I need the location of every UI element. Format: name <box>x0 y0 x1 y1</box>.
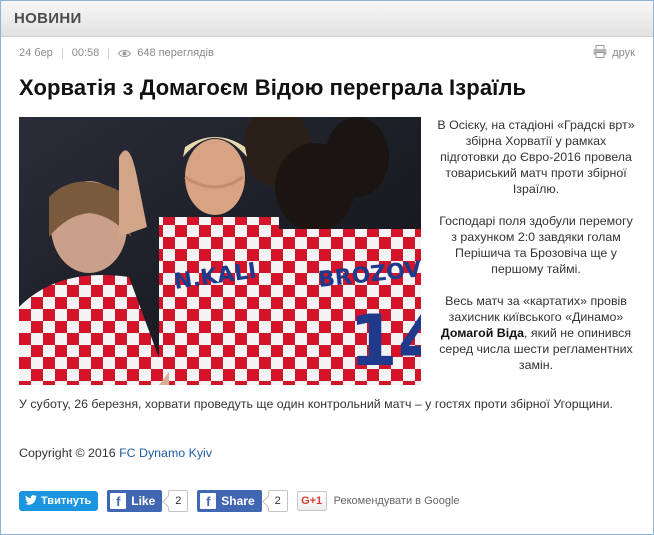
facebook-like-count: 2 <box>168 490 189 512</box>
tweet-button[interactable]: Твитнуть <box>19 491 99 511</box>
eye-icon <box>118 49 132 58</box>
article-photo: N.KALI BROZOVIC 14 <box>19 117 421 385</box>
twitter-bird-icon <box>25 494 37 508</box>
print-label: друк <box>612 47 635 59</box>
section-title: НОВИНИ <box>14 10 82 27</box>
tweet-label: Твитнуть <box>41 495 92 507</box>
article-time: 00:58 <box>71 47 100 59</box>
article-meta: 24 бер 00:58 648 переглядів друк <box>19 45 635 61</box>
section-header: НОВИНИ <box>1 1 653 37</box>
article-paragraph: Господарі поля здобули перемогу з рахунк… <box>439 214 633 276</box>
article-paragraph: В Осієку, на стадіоні «Градскі врт» збір… <box>437 118 635 196</box>
facebook-share-label: Share <box>221 494 255 508</box>
jersey-number: 14 <box>349 300 421 382</box>
facebook-share-count: 2 <box>267 490 288 512</box>
print-icon <box>593 45 607 61</box>
google-plus-label: Рекомендувати в Google <box>333 495 460 507</box>
source-link[interactable]: FC Dynamo Kyiv <box>119 446 212 460</box>
article-paragraph: У суботу, 26 березня, хорвати проведуть … <box>19 397 614 411</box>
article-paragraph: Весь матч за «картатих» провів захисник … <box>435 293 637 373</box>
facebook-f-icon: f <box>200 493 217 509</box>
news-widget: НОВИНИ 24 бер 00:58 648 переглядів друк … <box>0 0 654 535</box>
facebook-like-label: Like <box>131 494 156 508</box>
article-title: Хорватія з Домагоєм Відою переграла Ізра… <box>19 75 527 100</box>
copyright-prefix: Copyright © 2016 <box>19 446 120 460</box>
share-bar: Твитнуть f Like 2 f Share 2 G+1 Рекоменд… <box>19 490 460 512</box>
player-name: Домагой Віда <box>440 326 524 340</box>
photo-illustration: N.KALI BROZOVIC 14 <box>19 117 421 385</box>
google-plus-button[interactable]: G+1 <box>296 491 327 511</box>
copyright: Copyright © 2016 FC Dynamo Kyiv <box>19 446 212 460</box>
paragraph-text: Весь матч за «картатих» провів захисник … <box>445 294 627 324</box>
facebook-f-icon: f <box>110 493 127 509</box>
facebook-like-button[interactable]: f Like <box>107 490 163 512</box>
article-date: 24 бер <box>19 47 53 59</box>
article-lead: В Осієку, на стадіоні «Градскі врт» збір… <box>435 117 637 389</box>
meta-divider <box>61 47 63 59</box>
facebook-share-button[interactable]: f Share <box>197 490 262 512</box>
view-count: 648 переглядів <box>137 47 214 59</box>
print-button[interactable]: друк <box>593 45 635 61</box>
meta-divider <box>108 47 110 59</box>
